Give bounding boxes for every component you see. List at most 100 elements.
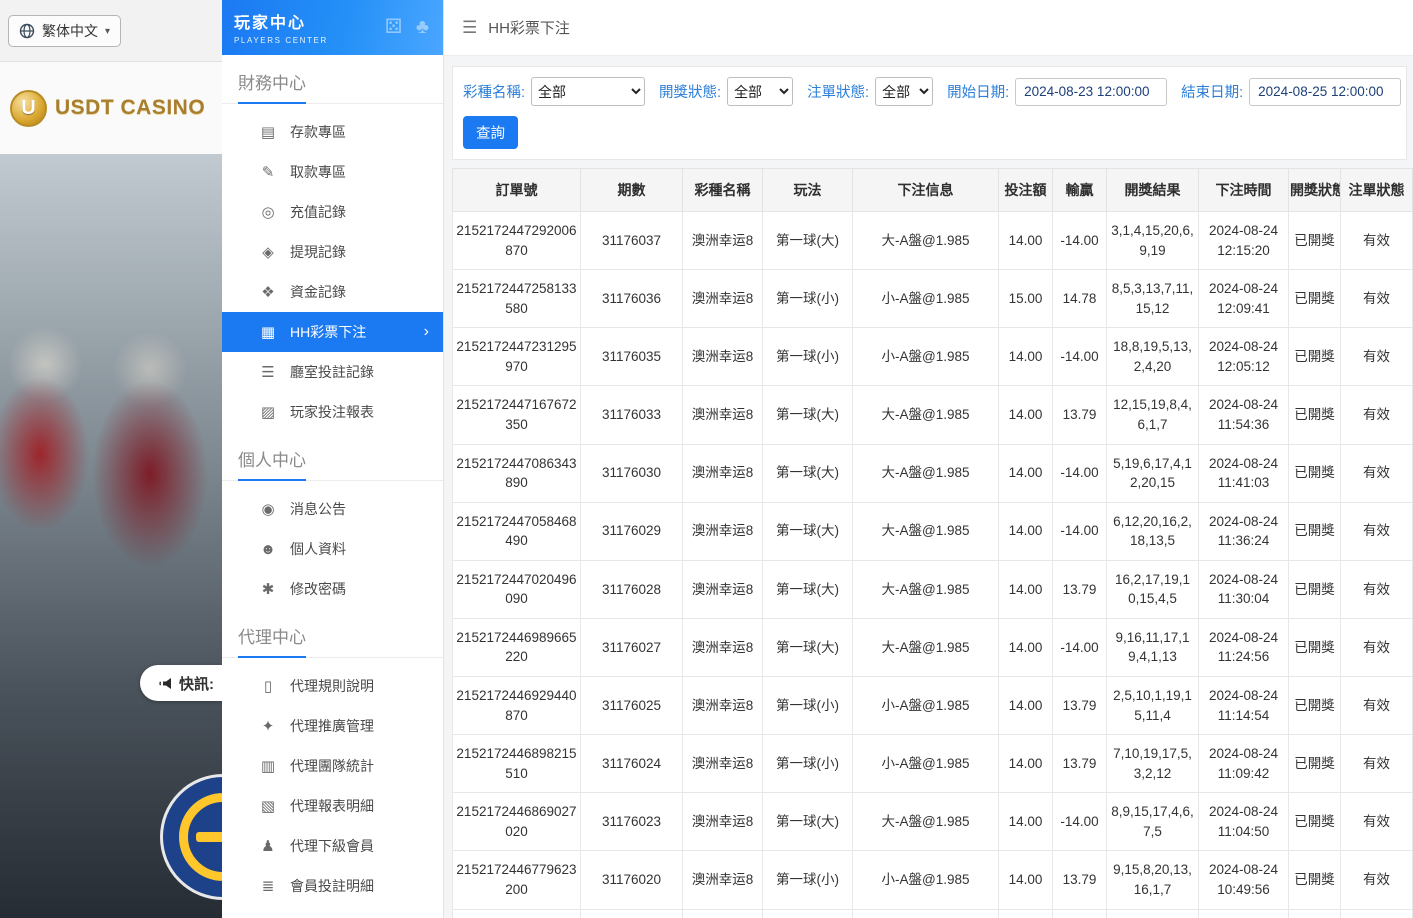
cell-order_no: 2152172447020496090 <box>453 560 581 618</box>
query-button[interactable]: 查詢 <box>463 116 518 149</box>
sidebar-item-recharge-records[interactable]: ◎充值記錄 <box>222 192 443 232</box>
cell-draw_result: 9,16,11,17,19,4,1,13 <box>1107 618 1199 676</box>
sidebar-item-member-transaction-details[interactable]: ≡會員交易明細 <box>222 906 443 918</box>
lottery-filter-group: 彩種名稱: 全部 <box>463 77 645 106</box>
cell-win_loss: 13.79 <box>1053 735 1107 793</box>
column-header-lottery: 彩種名稱 <box>683 169 763 212</box>
cell-play: 第一球(大) <box>763 560 853 618</box>
cell-draw_result: 8,5,3,13,7,11,15,12 <box>1107 270 1199 328</box>
sidebar-item-player-bet-report[interactable]: ▨玩家投注報表 <box>222 392 443 432</box>
brand-coin-logo: U <box>10 90 47 127</box>
cell-lottery: 澳洲幸运8 <box>683 909 763 918</box>
sidebar-item-announcements[interactable]: ◉ 消息公告 <box>222 489 443 529</box>
cell-draw_status: 已開獎 <box>1289 677 1341 735</box>
members-icon: ♟ <box>258 837 278 855</box>
cell-win_loss: -14.00 <box>1053 444 1107 502</box>
cell-order_no: 2152172446869027020 <box>453 793 581 851</box>
language-label: 繁体中文 <box>42 21 98 41</box>
sidebar-item-profile[interactable]: ☻ 個人資料 <box>222 529 443 569</box>
sidebar-item-change-password[interactable]: ✱修改密碼 <box>222 569 443 609</box>
cell-play: 第一球(大) <box>763 502 853 560</box>
cell-period: 31176036 <box>581 270 683 328</box>
sidebar-item-agent-rules[interactable]: ▯代理規則說明 <box>222 666 443 706</box>
cell-period: 31176025 <box>581 677 683 735</box>
cell-period: 31176035 <box>581 328 683 386</box>
table-row: 215217244689821551031176024澳洲幸运8第一球(小)小-… <box>453 735 1413 793</box>
site-background-pane: 繁体中文 ▾ U USDT CASINO 快訊: <box>0 0 222 918</box>
cell-bet_amount: 14.00 <box>999 793 1053 851</box>
cell-order_status: 有效 <box>1341 502 1413 560</box>
cell-lottery: 澳洲幸运8 <box>683 386 763 444</box>
sidebar-item-agent-sub-members[interactable]: ♟代理下級會員 <box>222 826 443 866</box>
announcement-bell-icon: ◉ <box>258 500 278 518</box>
withdraw-money-icon: ✎ <box>258 163 278 181</box>
cell-win_loss: 13.79 <box>1053 677 1107 735</box>
start-date-label: 開始日期: <box>947 81 1009 102</box>
sidebar-item-label: 修改密碼 <box>290 579 346 599</box>
cell-win_loss: 13.79 <box>1053 851 1107 909</box>
order-status-filter-group: 注單狀態: 全部 <box>807 77 933 106</box>
cell-bet_info: 大-A盤@1.985 <box>853 444 999 502</box>
cell-win_loss: 14.78 <box>1053 270 1107 328</box>
cell-bet_time: 2024-08-24 11:04:50 <box>1199 793 1289 851</box>
sidebar-item-label: 存款專區 <box>290 122 346 142</box>
cell-lottery: 澳洲幸运8 <box>683 677 763 735</box>
sidebar-item-label: 個人資料 <box>290 539 346 559</box>
cell-win_loss: -14.00 <box>1053 212 1107 270</box>
sidebar-item-funds-records[interactable]: ❖資金記錄 <box>222 272 443 312</box>
sidebar-item-deposit[interactable]: ▤存款專區 <box>222 112 443 152</box>
cell-bet_info: 大-A盤@1.985 <box>853 212 999 270</box>
sidebar-item-agent-report-details[interactable]: ▧代理報表明細 <box>222 786 443 826</box>
person-icon: ☻ <box>258 541 278 558</box>
cell-period: 31176037 <box>581 212 683 270</box>
cell-draw_result: 8,9,15,17,4,6,7,5 <box>1107 793 1199 851</box>
sidebar-item-agent-promotion[interactable]: ✦代理推廣管理 <box>222 706 443 746</box>
sidebar-item-member-bet-details[interactable]: ≣會員投註明細 <box>222 866 443 906</box>
cell-period: 31176027 <box>581 618 683 676</box>
cell-bet_time: 2024-08-24 11:30:04 <box>1199 560 1289 618</box>
lottery-select[interactable]: 全部 <box>531 77 645 106</box>
sidebar-item-label: 消息公告 <box>290 499 346 519</box>
language-selector[interactable]: 繁体中文 ▾ <box>8 15 121 47</box>
column-header-order_status: 注單狀態 <box>1341 169 1413 212</box>
sidebar-item-label: 資金記錄 <box>290 282 346 302</box>
sidebar-item-withdrawal-records[interactable]: ◈提現記錄 <box>222 232 443 272</box>
cell-draw_result: 15,11,2,20,14, <box>1107 909 1199 918</box>
nav-section-title: 財務中心 <box>222 55 443 104</box>
cell-bet_amount: 14.00 <box>999 677 1053 735</box>
sidebar-item-label: 代理團隊統計 <box>290 756 374 776</box>
order-status-select[interactable]: 全部 <box>875 77 933 106</box>
cell-lottery: 澳洲幸运8 <box>683 212 763 270</box>
start-date-input[interactable] <box>1015 78 1167 106</box>
caret-down-icon: ▾ <box>105 26 110 37</box>
draw-status-filter-label: 開獎狀態: <box>659 81 721 102</box>
sidebar-item-label: 會員投註明細 <box>290 876 374 896</box>
cell-bet_time: 2024-08-24 12:05:12 <box>1199 328 1289 386</box>
cell-play: 第一球(小) <box>763 328 853 386</box>
cell-bet_info: 大-A盤@1.985 <box>853 909 999 918</box>
news-ticker: 快訊: <box>140 665 222 701</box>
cell-draw_result: 9,15,8,20,13,16,1,7 <box>1107 851 1199 909</box>
menu-toggle-icon[interactable]: ☰ <box>462 18 477 38</box>
cell-bet_info: 小-A盤@1.985 <box>853 851 999 909</box>
cell-bet_info: 大-A盤@1.985 <box>853 618 999 676</box>
sidebar-item-hh-lottery-bets[interactable]: ▦HH彩票下注› <box>222 312 443 352</box>
cell-order_status: 有效 <box>1341 677 1413 735</box>
column-header-play: 玩法 <box>763 169 853 212</box>
cell-period: 31176020 <box>581 851 683 909</box>
cell-period: 31176024 <box>581 735 683 793</box>
draw-status-select[interactable]: 全部 <box>727 77 793 106</box>
cell-bet_amount: 14.00 <box>999 328 1053 386</box>
cell-lottery: 澳洲幸运8 <box>683 851 763 909</box>
end-date-group: 結束日期: <box>1181 78 1401 106</box>
sidebar-item-room-bet-records[interactable]: ☰廳室投註記錄 <box>222 352 443 392</box>
cell-period: 31176030 <box>581 444 683 502</box>
cell-bet_info: 大-A盤@1.985 <box>853 502 999 560</box>
sidebar-header: 玩家中心 PLAYERS CENTER ⚄ ♣ <box>222 0 443 55</box>
cell-play: 第一球(小) <box>763 851 853 909</box>
end-date-input[interactable] <box>1249 78 1401 106</box>
cell-bet_info: 小-A盤@1.985 <box>853 328 999 386</box>
sidebar-item-withdraw[interactable]: ✎取款專區 <box>222 152 443 192</box>
sidebar-item-label: 玩家投注報表 <box>290 402 374 422</box>
sidebar-item-agent-team-stats[interactable]: ▥代理團隊統計 <box>222 746 443 786</box>
